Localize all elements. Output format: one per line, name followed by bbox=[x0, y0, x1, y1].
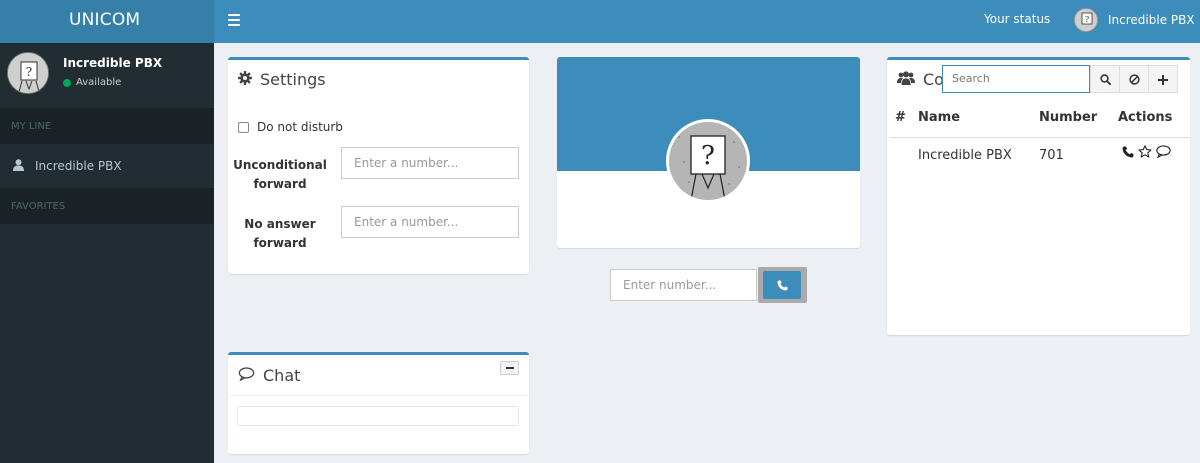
speech-bubble-icon[interactable] bbox=[1156, 145, 1171, 158]
status-dot bbox=[63, 78, 71, 87]
no-answer-forward-label: No answer forward bbox=[230, 215, 330, 253]
label-line: forward bbox=[253, 177, 307, 191]
label-line: Unconditional bbox=[233, 158, 327, 172]
plus-icon bbox=[1158, 70, 1168, 89]
call-button[interactable] bbox=[758, 267, 807, 303]
top-user-name: Incredible PBX bbox=[1108, 13, 1195, 27]
users-icon bbox=[897, 70, 915, 89]
user-status: Available bbox=[63, 77, 121, 88]
dnd-label: Do not disturb bbox=[257, 120, 343, 134]
contacts-search-input[interactable]: Search bbox=[942, 65, 1090, 93]
top-header: Your status ? Incredible PBX bbox=[214, 0, 1200, 43]
section-my-line: MY LINE bbox=[0, 108, 214, 144]
user-avatar: ? bbox=[7, 52, 49, 94]
contact-name: Incredible PBX bbox=[918, 148, 1012, 163]
unconditional-forward-label: Unconditional forward bbox=[230, 156, 330, 194]
settings-box: Settings Do not disturb Unconditional fo… bbox=[228, 57, 529, 274]
chat-title-text: Chat bbox=[263, 366, 301, 385]
no-answer-forward-input[interactable]: Enter a number... bbox=[341, 206, 519, 238]
chat-box: Chat bbox=[228, 352, 529, 454]
contacts-title-text: Co bbox=[923, 70, 944, 89]
phone-icon bbox=[777, 276, 788, 295]
speech-bubble-icon bbox=[238, 366, 255, 385]
column-number: Number bbox=[1039, 110, 1098, 125]
label-line: forward bbox=[253, 236, 307, 250]
label-line: No answer bbox=[244, 217, 316, 231]
sidebar-user-name: Incredible PBX bbox=[63, 56, 163, 70]
table-header-divider bbox=[890, 137, 1190, 138]
contacts-title: Co bbox=[897, 70, 944, 89]
sidebar: UNICOM ? Incredible PBX Available MY LIN… bbox=[0, 0, 214, 463]
profile-avatar: ? bbox=[666, 119, 750, 203]
dnd-option[interactable]: Do not disturb bbox=[238, 120, 343, 134]
profile-card: ? bbox=[557, 57, 860, 248]
user-icon bbox=[13, 158, 24, 174]
ban-icon bbox=[1128, 70, 1140, 89]
column-name: Name bbox=[918, 110, 961, 125]
app-logo[interactable]: UNICOM bbox=[0, 0, 214, 43]
search-icon bbox=[1099, 70, 1111, 89]
unconditional-forward-input[interactable]: Enter a number... bbox=[341, 147, 519, 179]
chat-area[interactable] bbox=[237, 406, 519, 426]
user-status-text: Available bbox=[76, 77, 122, 88]
minus-icon bbox=[505, 367, 514, 369]
dnd-checkbox[interactable] bbox=[238, 121, 249, 133]
gear-icon bbox=[238, 70, 252, 89]
svg-text:?: ? bbox=[1085, 15, 1089, 24]
top-user-avatar: ? bbox=[1074, 8, 1098, 32]
contacts-box: Co Search # Name Number Actions Incredib… bbox=[887, 57, 1190, 335]
user-panel: ? Incredible PBX Available bbox=[0, 43, 214, 108]
phone-icon[interactable] bbox=[1122, 146, 1134, 158]
svg-text:?: ? bbox=[701, 141, 715, 171]
hamburger-icon[interactable] bbox=[228, 14, 240, 26]
chat-divider bbox=[228, 395, 529, 396]
top-user-menu[interactable]: ? Incredible PBX bbox=[1074, 8, 1195, 32]
settings-title: Settings bbox=[238, 70, 326, 89]
section-favorites: FAVORITES bbox=[0, 188, 214, 224]
settings-title-text: Settings bbox=[260, 70, 326, 89]
dial-number-input[interactable]: Enter number... bbox=[610, 269, 757, 301]
collapse-button[interactable] bbox=[500, 361, 519, 375]
chat-title: Chat bbox=[238, 366, 300, 385]
search-button[interactable] bbox=[1090, 65, 1120, 93]
your-status-link[interactable]: Your status bbox=[984, 12, 1050, 26]
add-contact-button[interactable] bbox=[1148, 65, 1178, 93]
contact-number: 701 bbox=[1039, 148, 1064, 163]
column-hash: # bbox=[895, 110, 906, 125]
star-icon[interactable] bbox=[1138, 145, 1152, 158]
contact-actions bbox=[1122, 145, 1171, 158]
svg-text:?: ? bbox=[26, 65, 32, 79]
sidebar-item-label: Incredible PBX bbox=[35, 159, 122, 173]
column-actions: Actions bbox=[1118, 110, 1173, 125]
sidebar-item-line[interactable]: Incredible PBX bbox=[0, 144, 214, 188]
clear-search-button[interactable] bbox=[1119, 65, 1149, 93]
